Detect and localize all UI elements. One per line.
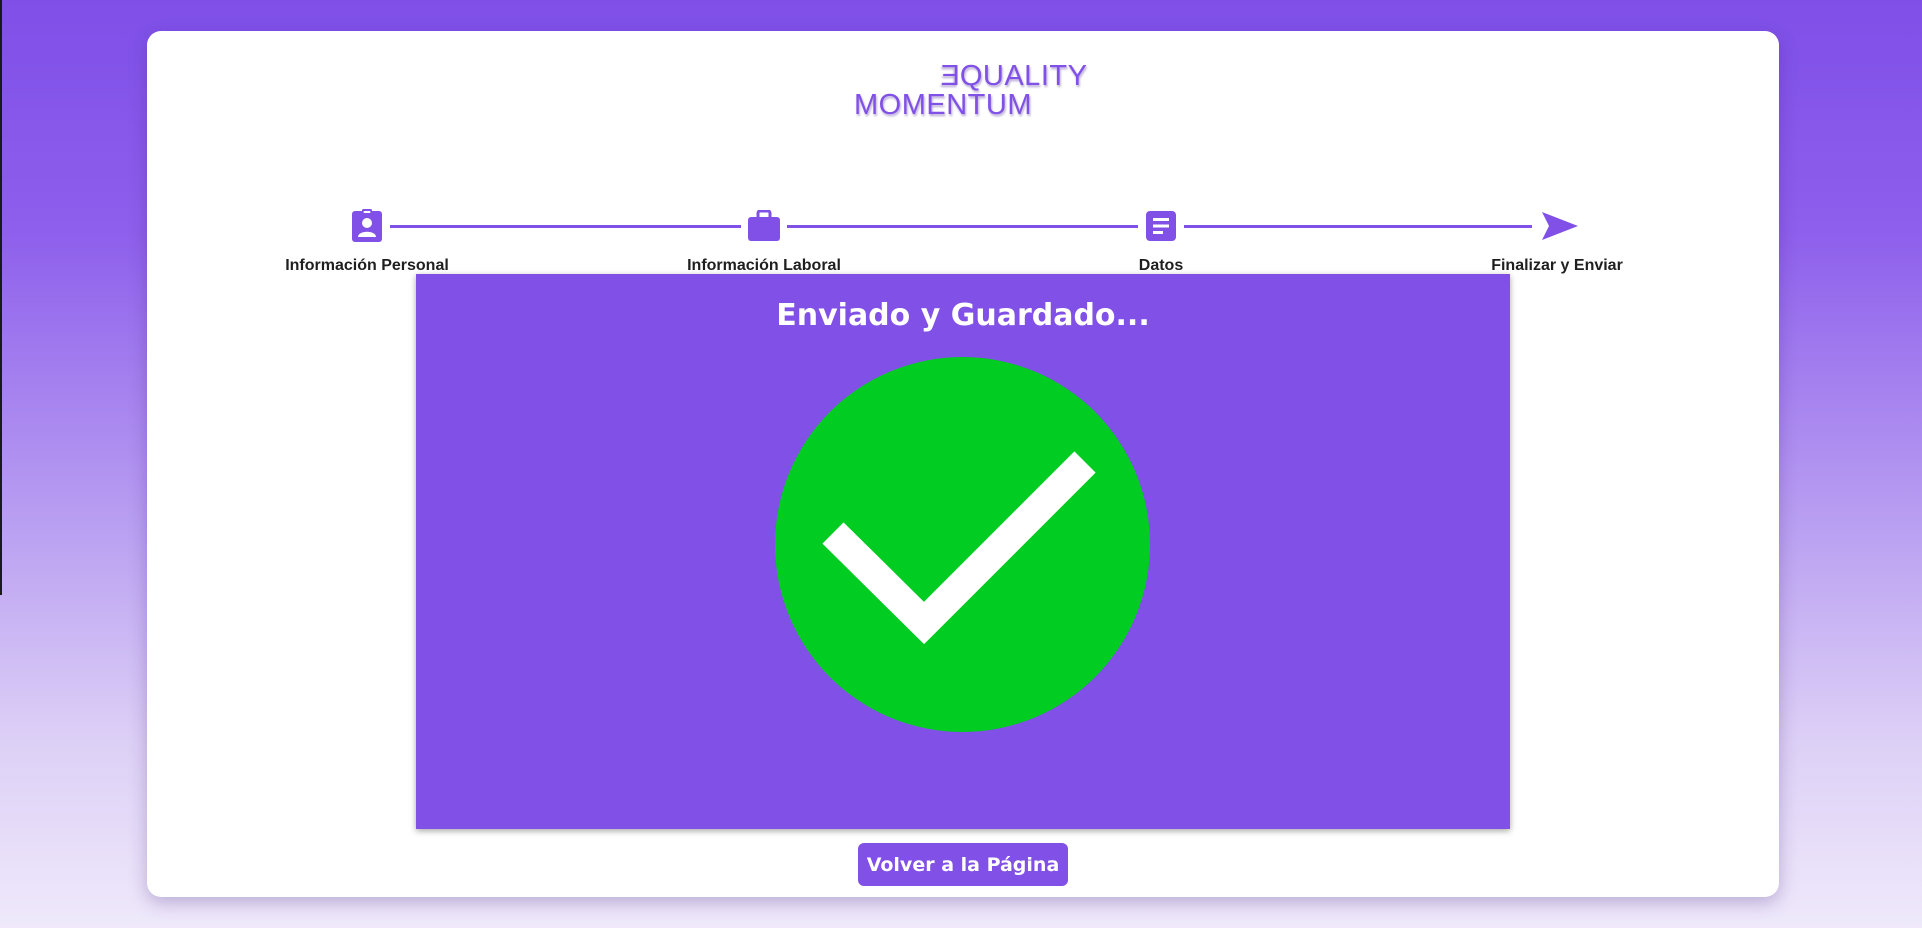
success-circle [775, 357, 1150, 732]
briefcase-icon[interactable] [747, 209, 781, 243]
check-icon [822, 451, 1096, 645]
window-edge [0, 0, 2, 595]
logo-line-1-text: QUALITY [959, 60, 1088, 92]
step-connector [787, 225, 1138, 228]
progress-stepper: Información Personal Información Laboral… [147, 178, 1779, 274]
step-label-datos: Datos [1138, 257, 1184, 274]
id-badge-icon[interactable] [350, 209, 384, 243]
form-card: EQUALITY MOMENTUM Información Personal I… [147, 31, 1779, 897]
success-panel: Enviado y Guardado... [416, 274, 1510, 829]
step-connector [1184, 225, 1532, 228]
step-label-finalizar: Finalizar y Enviar [1491, 257, 1623, 274]
back-to-page-button[interactable]: Volver a la Página [858, 843, 1068, 886]
step-connector [390, 225, 741, 228]
logo-line-2: MOMENTUM [854, 89, 1032, 121]
logo: EQUALITY MOMENTUM [147, 56, 1779, 126]
step-label-personal: Información Personal [285, 257, 449, 274]
send-icon[interactable] [1540, 209, 1580, 243]
success-title: Enviado y Guardado... [776, 298, 1150, 333]
step-label-laboral: Información Laboral [687, 257, 841, 274]
document-icon[interactable] [1144, 209, 1178, 243]
